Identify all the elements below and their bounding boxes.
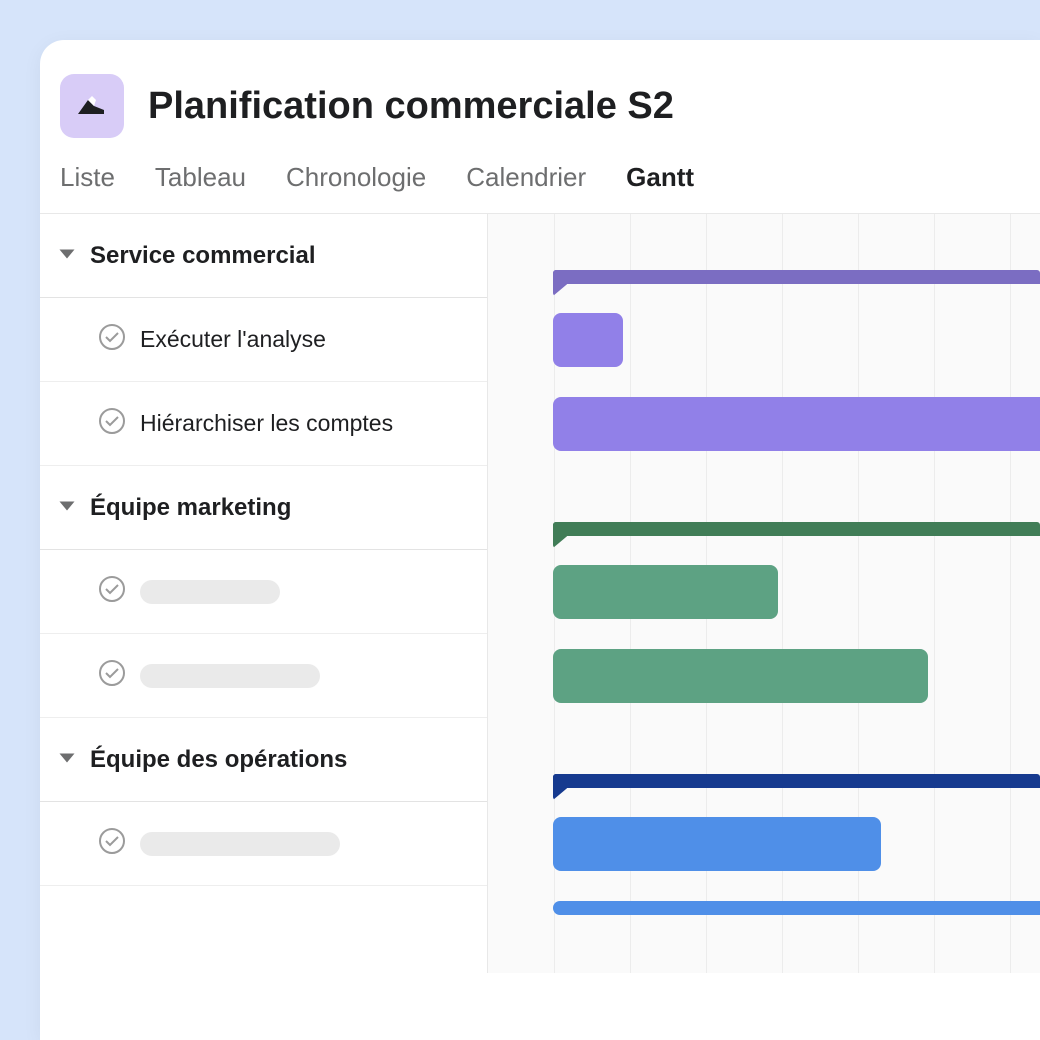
- section-bracket: [553, 522, 1040, 536]
- section-label: Équipe des opérations: [90, 746, 347, 774]
- task-bar[interactable]: [553, 817, 881, 871]
- task-label: Hiérarchiser les comptes: [140, 410, 393, 437]
- app-window: Planification commerciale S2 Liste Table…: [40, 40, 1040, 1040]
- section-label: Service commercial: [90, 242, 315, 270]
- tab-calendrier[interactable]: Calendrier: [466, 162, 586, 193]
- task-bar[interactable]: [553, 397, 1040, 451]
- placeholder-text: [140, 580, 280, 604]
- task-bar[interactable]: [553, 649, 928, 703]
- task-row[interactable]: Hiérarchiser les comptes: [40, 382, 487, 466]
- gantt-view: Service commercial Exécuter l'analyse Hi…: [40, 213, 1040, 973]
- task-bar[interactable]: [553, 313, 623, 367]
- placeholder-text: [140, 832, 340, 856]
- chevron-down-icon: [58, 746, 76, 774]
- section-bracket: [553, 774, 1040, 788]
- gantt-timeline[interactable]: [488, 214, 1040, 973]
- tab-chronologie[interactable]: Chronologie: [286, 162, 426, 193]
- shoe-icon: [74, 88, 110, 124]
- project-icon: [60, 74, 124, 138]
- check-circle-icon[interactable]: [98, 575, 126, 609]
- task-row[interactable]: [40, 550, 487, 634]
- check-circle-icon[interactable]: [98, 659, 126, 693]
- section-label: Équipe marketing: [90, 494, 291, 522]
- section-header-marketing[interactable]: Équipe marketing: [40, 466, 487, 550]
- task-row[interactable]: [40, 802, 487, 886]
- tab-gantt[interactable]: Gantt: [626, 162, 694, 193]
- task-row[interactable]: Exécuter l'analyse: [40, 298, 487, 382]
- section-header-operations[interactable]: Équipe des opérations: [40, 718, 487, 802]
- view-tabs: Liste Tableau Chronologie Calendrier Gan…: [40, 152, 1040, 213]
- chevron-down-icon: [58, 494, 76, 522]
- placeholder-text: [140, 664, 320, 688]
- chevron-down-icon: [58, 242, 76, 270]
- project-header: Planification commerciale S2: [40, 40, 1040, 152]
- check-circle-icon[interactable]: [98, 323, 126, 357]
- section-bracket: [553, 270, 1040, 284]
- project-title: Planification commerciale S2: [148, 85, 674, 128]
- tab-liste[interactable]: Liste: [60, 162, 115, 193]
- check-circle-icon[interactable]: [98, 407, 126, 441]
- task-list-column: Service commercial Exécuter l'analyse Hi…: [40, 214, 488, 973]
- section-header-commercial[interactable]: Service commercial: [40, 214, 487, 298]
- task-bar[interactable]: [553, 901, 1040, 915]
- task-bar[interactable]: [553, 565, 778, 619]
- tab-tableau[interactable]: Tableau: [155, 162, 246, 193]
- check-circle-icon[interactable]: [98, 827, 126, 861]
- task-row[interactable]: [40, 634, 487, 718]
- gantt-bars: [488, 214, 1040, 973]
- task-label: Exécuter l'analyse: [140, 326, 326, 353]
